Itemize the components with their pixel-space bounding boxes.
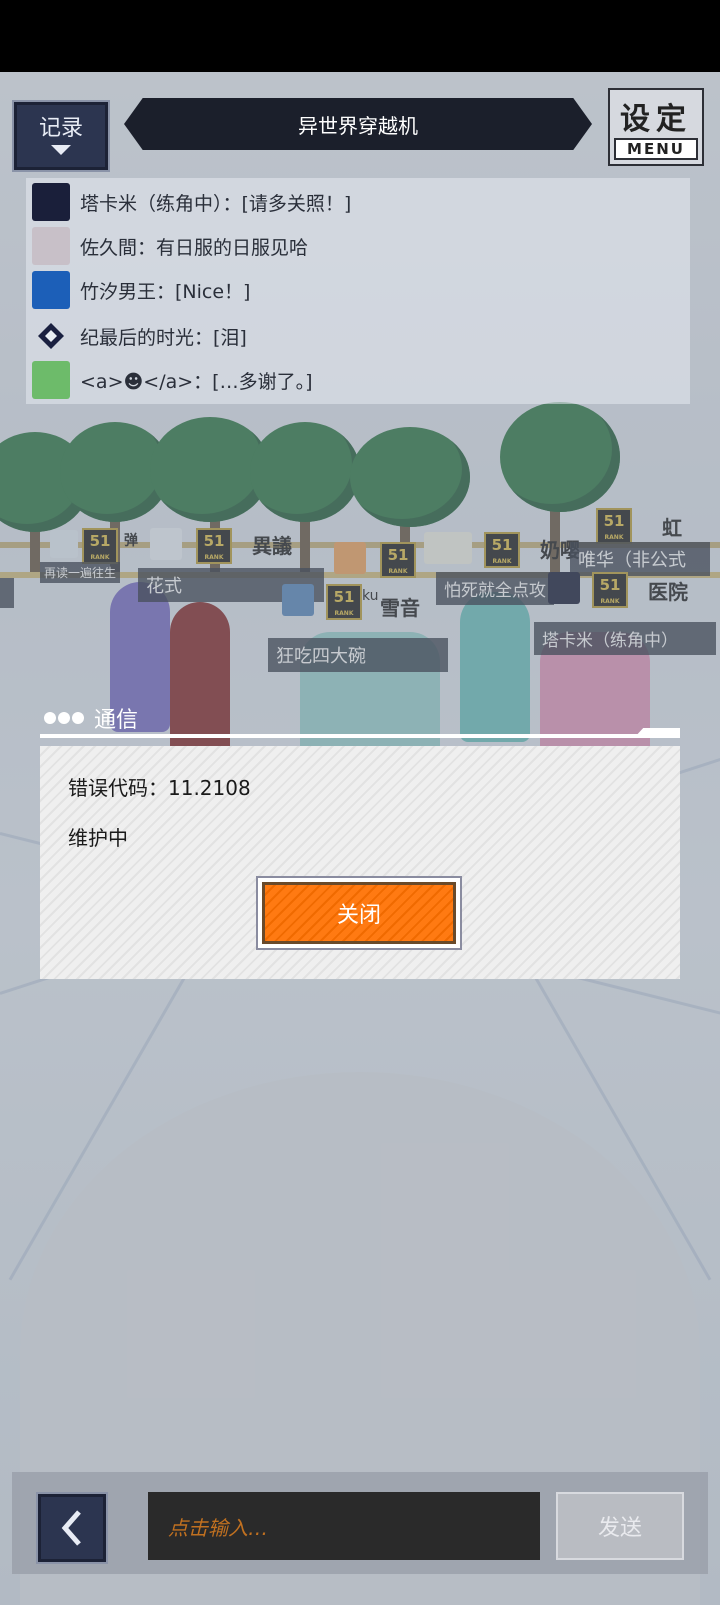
dialog-title: 通信 <box>94 708 139 733</box>
back-button[interactable] <box>36 1492 108 1564</box>
error-code: 错误代码：11.2108 <box>68 776 251 800</box>
chat-message: 纪最后的时光：[泪] <box>32 316 684 356</box>
send-button[interactable]: 发送 <box>556 1492 684 1560</box>
user-avatar <box>32 271 70 309</box>
chat-message-text: 塔卡米（练角中）：[请多关照！] <box>80 192 352 215</box>
chevron-left-icon <box>61 1510 81 1546</box>
chat-message: <a>☻</a>：[…多谢了。] <box>32 360 684 400</box>
chat-message-text: <a>☻</a>：[…多谢了。] <box>80 370 313 393</box>
chat-message: 塔卡米（练角中）：[请多关照！] <box>32 182 684 222</box>
dialog-divider <box>40 734 680 738</box>
chat-log: 塔卡米（练角中）：[请多关照！] 佐久間：有日服的日服见哈 竹汐男王：[Nice… <box>26 178 690 404</box>
chat-log-button[interactable]: 记录 <box>12 100 110 172</box>
chat-message: 佐久間：有日服的日服见哈 <box>32 226 684 266</box>
user-avatar <box>32 227 70 265</box>
menu-label: MENU <box>614 138 698 160</box>
close-button-label: 关闭 <box>262 882 456 944</box>
chat-message: 竹汐男王：[Nice！] <box>32 270 684 310</box>
chat-input[interactable]: 点击输入… <box>148 1492 540 1560</box>
user-avatar <box>32 361 70 399</box>
close-button[interactable]: 关闭 <box>256 876 462 950</box>
user-avatar <box>32 317 70 355</box>
menu-button[interactable]: 设定 MENU <box>608 88 704 166</box>
user-avatar <box>32 183 70 221</box>
chat-log-label: 记录 <box>38 116 83 141</box>
menu-settings-label: 设定 <box>620 102 692 137</box>
status-bar <box>0 0 720 72</box>
chevron-down-icon <box>51 145 71 155</box>
chat-message-text: 佐久間：有日服的日服见哈 <box>80 236 309 259</box>
chat-message-text: 纪最后的时光：[泪] <box>80 326 247 349</box>
chat-message-text: 竹汐男王：[Nice！] <box>80 280 251 303</box>
error-message: 维护中 <box>68 826 128 850</box>
room-title: 异世界穿越机 <box>124 98 592 150</box>
communication-icon <box>44 712 86 724</box>
dialog-header: 通信 <box>44 701 138 735</box>
diamond-logo-icon <box>38 323 64 349</box>
